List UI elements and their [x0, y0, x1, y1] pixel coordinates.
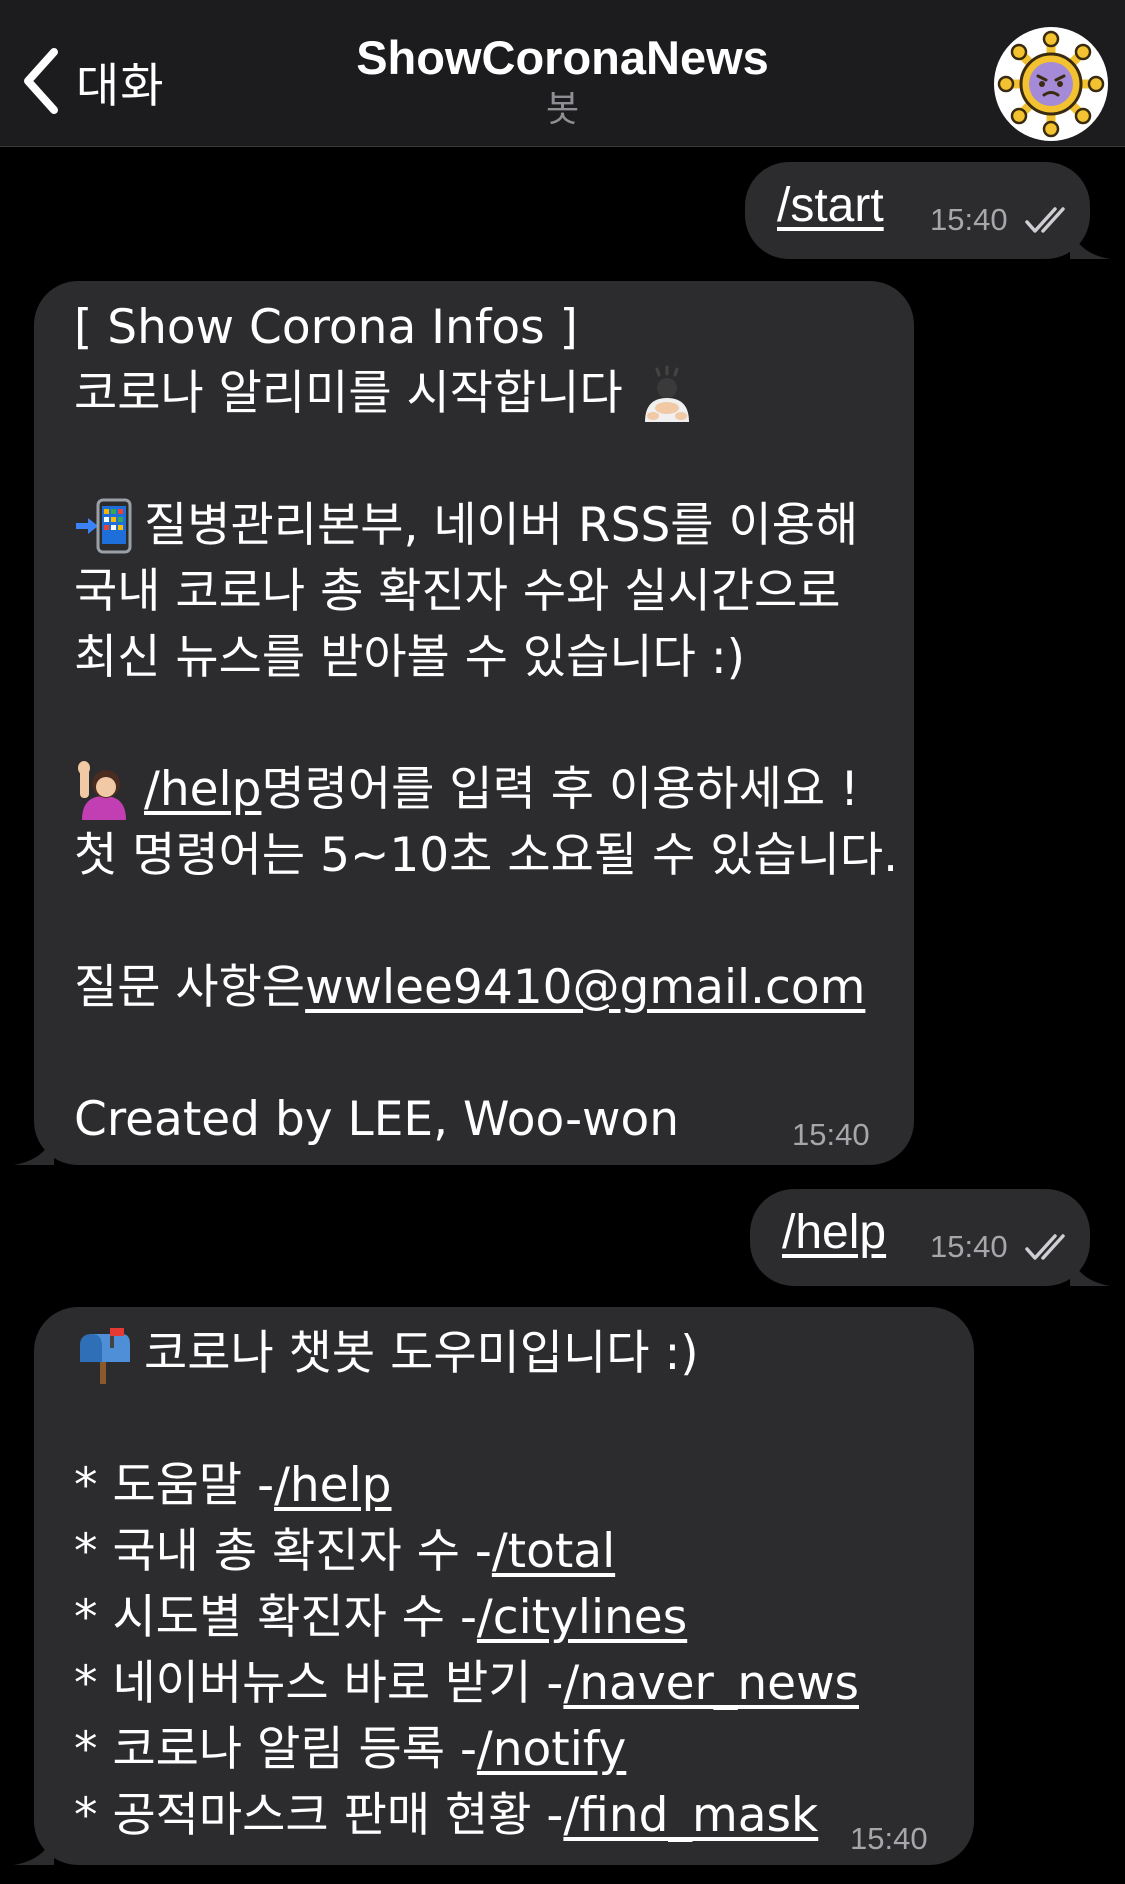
menu-item-label: * 시도별 확진자 수 -	[74, 1590, 477, 1645]
menu-item-label: * 네이버뉴스 바로 받기 -	[74, 1656, 564, 1711]
message-text: 코로나 챗봇 도우미입니다 :)	[144, 1326, 699, 1381]
menu-item: * 도움말 - /help	[74, 1453, 934, 1519]
help-command-link[interactable]: /help	[144, 757, 261, 823]
bubble-tail	[1070, 225, 1110, 259]
message-line: 코로나 알리미를 시작합니다	[74, 361, 874, 427]
menu-item: * 공적마스크 판매 현황 - /find_mask	[74, 1783, 934, 1849]
chat-title-area[interactable]: ShowCoronaNews 봇	[0, 28, 1125, 132]
message-line: /help 명령어를 입력 후 이용하세요 !	[74, 757, 874, 823]
mailbox-emoji	[74, 1324, 134, 1384]
message-body: [ Show Corona Infos ] 코로나 알리미를 시작합니다 질병관…	[74, 295, 899, 1153]
help-command-link[interactable]: /help	[274, 1453, 391, 1519]
message-time: 15:40	[930, 202, 1008, 237]
message-line: [ Show Corona Infos ]	[74, 300, 578, 355]
person-bowing-emoji	[637, 364, 697, 424]
message-text: 질병관리본부, 네이버 RSS를 이용해	[144, 498, 859, 553]
menu-item: * 코로나 알림 등록 - /notify	[74, 1717, 934, 1783]
message-line: 국내 코로나 총 확진자 수와 실시간으로	[74, 564, 841, 619]
message-time: 15:40	[850, 1821, 928, 1856]
message-line: 질문 사항은 wwlee9410@gmail.com	[74, 955, 874, 1021]
message-line: 최신 뉴스를 받아볼 수 있습니다 :)	[74, 630, 745, 685]
incoming-message[interactable]: 코로나 챗봇 도우미입니다 :) * 도움말 - /help * 국내 총 확진…	[14, 1307, 974, 1865]
message-line: 코로나 챗봇 도우미입니다 :)	[74, 1321, 934, 1387]
outgoing-message[interactable]: /help 15:40	[750, 1189, 1110, 1286]
virus-avatar-icon	[995, 28, 1107, 140]
message-line: 질병관리본부, 네이버 RSS를 이용해	[74, 493, 874, 559]
message-time: 15:40	[930, 1229, 1008, 1264]
outgoing-message[interactable]: /start 15:40	[745, 162, 1110, 259]
double-check-icon	[1025, 207, 1065, 233]
menu-item-label: * 국내 총 확진자 수 -	[74, 1524, 492, 1579]
menu-item: * 국내 총 확진자 수 - /total	[74, 1519, 934, 1585]
message-text: 코로나 알리미를 시작합니다	[74, 366, 623, 421]
chat-title: ShowCoronaNews	[356, 31, 769, 84]
person-raising-hand-emoji	[74, 760, 134, 820]
total-command-link[interactable]: /total	[492, 1519, 615, 1585]
double-check-icon	[1025, 1234, 1065, 1260]
menu-item-label: * 코로나 알림 등록 -	[74, 1722, 477, 1777]
notify-command-link[interactable]: /notify	[477, 1717, 626, 1783]
command-link[interactable]: /start	[777, 178, 884, 233]
bubble-tail	[1070, 1252, 1110, 1286]
avatar[interactable]	[994, 27, 1108, 141]
message-text: 질문 사항은	[74, 960, 306, 1015]
menu-item-label: * 공적마스크 판매 현황 -	[74, 1788, 564, 1843]
mobile-arrow-emoji	[74, 496, 134, 556]
bubble-tail	[14, 1831, 54, 1865]
menu-item: * 네이버뉴스 바로 받기 - /naver_news	[74, 1651, 934, 1717]
message-line: 첫 명령어는 5~10초 소요될 수 있습니다.	[74, 828, 899, 883]
chat-header: 대화 ShowCoronaNews 봇	[0, 0, 1125, 147]
bubble-tail	[14, 1131, 54, 1165]
message-time: 15:40	[792, 1117, 870, 1152]
find-mask-command-link[interactable]: /find_mask	[563, 1783, 818, 1849]
message-line: Created by LEE, Woo-won	[74, 1092, 680, 1147]
command-link[interactable]: /help	[782, 1205, 886, 1260]
email-link[interactable]: wwlee9410@gmail.com	[305, 955, 865, 1021]
message-text: 명령어를 입력 후 이용하세요 !	[261, 762, 859, 817]
citylines-command-link[interactable]: /citylines	[477, 1585, 687, 1651]
chat-subtitle: 봇	[545, 89, 580, 130]
message-body: 코로나 챗봇 도우미입니다 :) * 도움말 - /help * 국내 총 확진…	[74, 1321, 934, 1849]
menu-item: * 시도별 확진자 수 - /citylines	[74, 1585, 934, 1651]
menu-item-label: * 도움말 -	[74, 1458, 275, 1513]
naver-news-command-link[interactable]: /naver_news	[563, 1651, 859, 1717]
incoming-message[interactable]: [ Show Corona Infos ] 코로나 알리미를 시작합니다 질병관…	[14, 281, 914, 1165]
